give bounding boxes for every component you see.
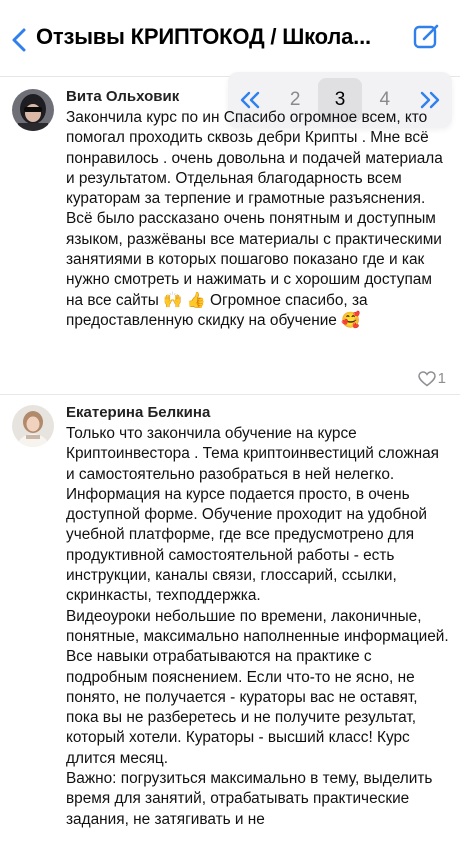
- chevron-left-icon: [12, 28, 26, 52]
- back-button[interactable]: [6, 24, 34, 56]
- review-paragraph: Только что закончила обучение на курсе К…: [66, 425, 440, 605]
- avatar-image: [12, 405, 54, 447]
- review-author[interactable]: Екатерина Белкина: [66, 404, 210, 421]
- heart-icon: [417, 370, 436, 386]
- avatar[interactable]: [12, 89, 54, 131]
- review-paragraph: Важно: погрузиться максимально в тему, в…: [66, 770, 433, 828]
- like-button[interactable]: 1: [417, 370, 446, 387]
- review-text: Закончила курс по ин Спасибо огромное вс…: [66, 108, 450, 331]
- review-text: Только что закончила обучение на курсе К…: [66, 424, 450, 830]
- avatar-image: [12, 89, 54, 131]
- like-count: 1: [437, 370, 446, 387]
- compose-icon: [413, 24, 439, 49]
- double-chevron-right-icon: [420, 91, 439, 109]
- compose-button[interactable]: [412, 22, 442, 52]
- page-title: Отзывы КРИПТОКОД / Школа...: [36, 24, 371, 49]
- double-chevron-left-icon: [241, 91, 260, 109]
- avatar[interactable]: [12, 405, 54, 447]
- review-paragraph: Видеоуроки небольшие по времени, лаконич…: [66, 607, 449, 767]
- divider: [0, 394, 460, 395]
- header: Отзывы КРИПТОКОД / Школа...: [0, 0, 460, 77]
- review-paragraph: Закончила курс по ин Спасибо огромное вс…: [66, 109, 443, 329]
- review-author[interactable]: Вита Ольховик: [66, 88, 179, 105]
